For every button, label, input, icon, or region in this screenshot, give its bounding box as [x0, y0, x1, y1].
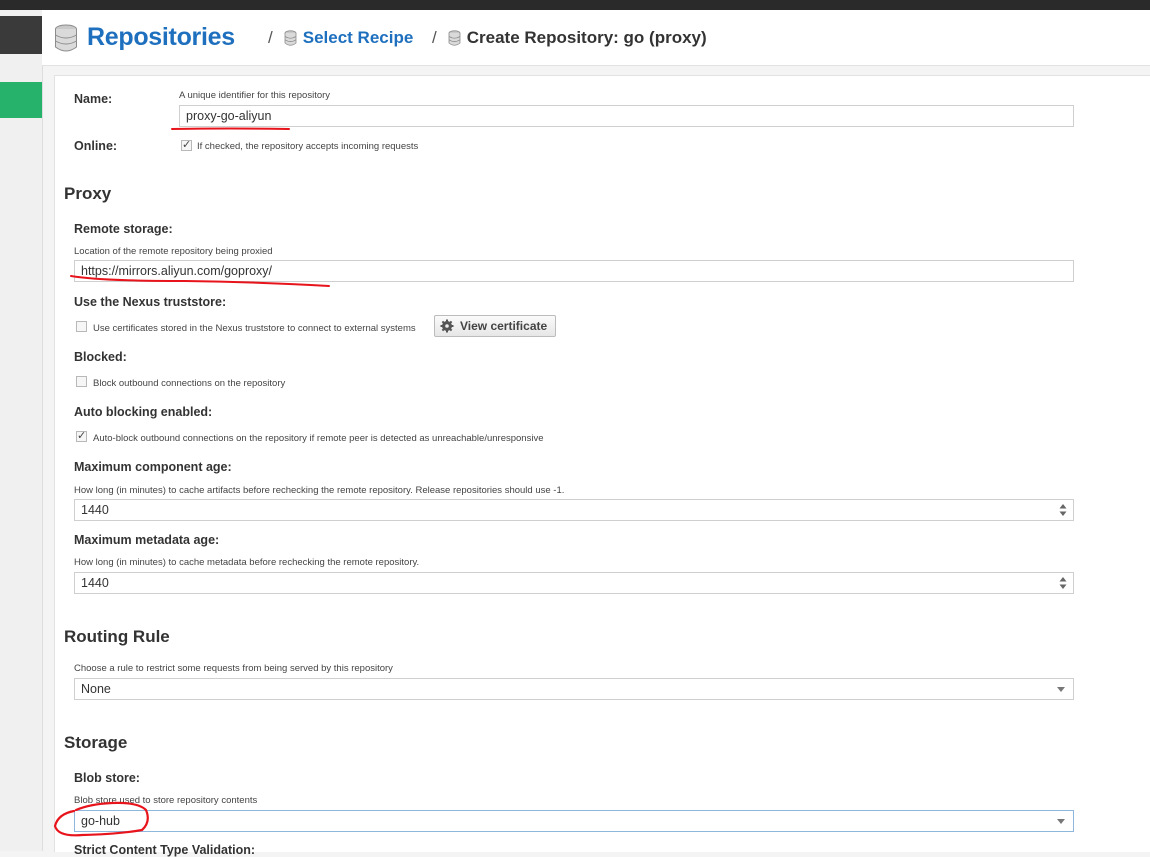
blob-store-label: Blob store:	[74, 771, 140, 785]
breadcrumb-separator: /	[268, 27, 273, 47]
name-label: Name:	[74, 92, 113, 106]
blocked-label: Blocked:	[74, 350, 127, 364]
max-component-age-label: Maximum component age:	[74, 460, 232, 474]
breadcrumb-select-recipe[interactable]: Select Recipe	[303, 28, 414, 48]
routing-help: Choose a rule to restrict some requests …	[74, 663, 393, 674]
name-help: A unique identifier for this repository	[179, 90, 331, 101]
view-certificate-button[interactable]: View certificate	[434, 315, 557, 337]
blob-store-select[interactable]: go-hub	[74, 810, 1074, 832]
chevron-down-icon	[1057, 687, 1065, 692]
name-input[interactable]: proxy-go-aliyun	[179, 105, 1074, 127]
breadcrumb: Repositories / Select Recipe / Create Re…	[42, 10, 1150, 66]
max-component-age-value: 1440	[81, 503, 109, 517]
routing-section-title: Routing Rule	[64, 627, 170, 646]
nav-item[interactable]	[0, 16, 42, 54]
breadcrumb-separator: /	[432, 27, 437, 47]
breadcrumb-current: Create Repository: go (proxy)	[466, 27, 707, 47]
blob-store-help: Blob store used to store repository cont…	[74, 795, 258, 806]
online-checkbox[interactable]: ✓	[181, 140, 192, 151]
max-component-age-input[interactable]: 1440	[74, 499, 1074, 521]
online-help: If checked, the repository accepts incom…	[197, 141, 419, 152]
top-bar	[0, 0, 1150, 10]
database-icon	[284, 29, 297, 46]
left-nav	[0, 10, 43, 851]
storage-section-title: Storage	[64, 733, 128, 752]
max-metadata-age-input[interactable]: 1440	[74, 572, 1074, 594]
stepper-icon[interactable]	[1059, 503, 1067, 517]
auto-blocking-checkbox[interactable]: ✓	[76, 431, 87, 442]
database-icon	[55, 24, 77, 51]
auto-blocking-label: Auto blocking enabled:	[74, 405, 213, 419]
blocked-checkbox[interactable]	[76, 376, 87, 387]
database-icon	[448, 29, 461, 46]
max-metadata-age-value: 1440	[81, 576, 109, 590]
blocked-help: Block outbound connections on the reposi…	[93, 378, 286, 389]
routing-rule-select[interactable]: None	[74, 678, 1074, 700]
max-metadata-age-label: Maximum metadata age:	[74, 533, 220, 547]
remote-storage-input[interactable]: https://mirrors.aliyun.com/goproxy/	[74, 260, 1074, 282]
auto-blocking-help: Auto-block outbound connections on the r…	[93, 433, 544, 444]
strict-content-validation-label: Strict Content Type Validation:	[74, 843, 256, 857]
remote-storage-label: Remote storage:	[74, 222, 173, 236]
max-metadata-age-help: How long (in minutes) to cache metadata …	[74, 557, 420, 568]
proxy-section-title: Proxy	[64, 184, 112, 203]
blob-store-value: go-hub	[81, 814, 120, 828]
truststore-checkbox[interactable]	[76, 321, 87, 332]
online-label: Online:	[74, 139, 118, 153]
gear-icon	[440, 319, 454, 333]
view-certificate-label: View certificate	[460, 319, 548, 333]
nav-item-active[interactable]	[0, 82, 42, 118]
breadcrumb-root[interactable]: Repositories	[87, 23, 235, 52]
chevron-down-icon	[1057, 819, 1065, 824]
truststore-label: Use the Nexus truststore:	[74, 295, 227, 309]
remote-storage-help: Location of the remote repository being …	[74, 246, 273, 257]
stepper-icon[interactable]	[1059, 576, 1067, 590]
routing-rule-value: None	[81, 682, 111, 696]
max-component-age-help: How long (in minutes) to cache artifacts…	[74, 485, 565, 496]
truststore-help: Use certificates stored in the Nexus tru…	[93, 323, 416, 334]
